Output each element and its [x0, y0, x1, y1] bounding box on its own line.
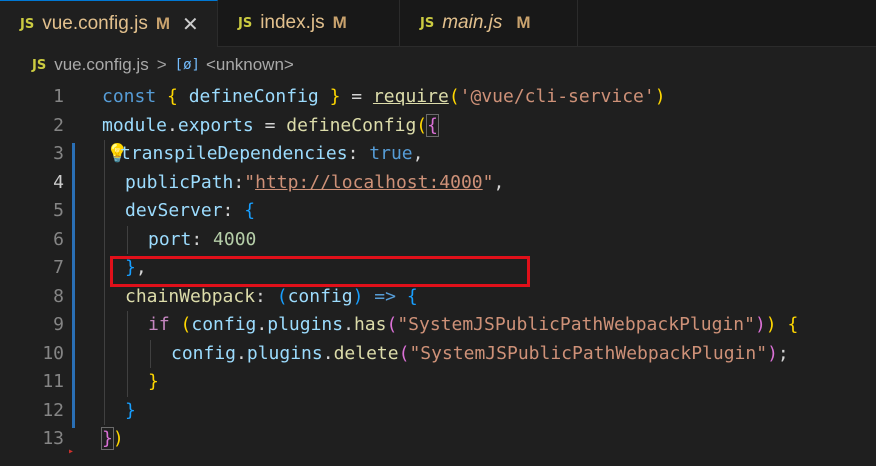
code-text: }	[125, 399, 136, 421]
line-number: 3	[53, 143, 64, 164]
tab-label: vue.config.js	[42, 13, 148, 34]
javascript-file-icon: JS	[420, 15, 435, 31]
code-text: })	[101, 427, 124, 450]
line-number: 11	[42, 371, 64, 392]
line-number: 8	[53, 285, 64, 307]
code-text: module.exports = defineConfig({	[102, 113, 439, 137]
javascript-file-icon: JS	[32, 57, 47, 73]
code-line: 3 💡transpileDependencies: true,	[0, 140, 876, 169]
modified-badge: M	[516, 13, 531, 32]
code-text: const { defineConfig } = require('@vue/c…	[102, 86, 666, 107]
variable-symbol-icon: [ø]	[174, 57, 200, 73]
code-text: config.plugins.delete("SystemJSPublicPat…	[171, 342, 789, 364]
lightbulb-icon[interactable]: 💡	[106, 140, 128, 169]
breadcrumb: JS vue.config.js > [ø] <unknown>	[0, 47, 876, 83]
code-text: devServer: {	[125, 200, 256, 221]
code-text: 💡transpileDependencies: true,	[106, 140, 423, 169]
close-icon[interactable]: ✕	[182, 12, 199, 37]
tab-index-js[interactable]: JS index.js M	[218, 0, 400, 46]
code-text: }	[148, 371, 159, 392]
code-text: if (config.plugins.has("SystemJSPublicPa…	[148, 314, 799, 335]
tab-label: index.js	[260, 12, 325, 33]
editor-tab-bar: JS vue.config.js M ✕ JS index.js M JS ma…	[0, 0, 876, 47]
tab-vue-config-js[interactable]: JS vue.config.js M ✕	[0, 0, 218, 47]
line-number: 10	[42, 342, 64, 364]
tab-label: main.js	[442, 12, 503, 33]
code-text: publicPath:"http://localhost:4000",	[125, 171, 505, 193]
modified-badge: M	[332, 13, 347, 32]
line-number: 13	[42, 428, 64, 449]
breadcrumb-file[interactable]: vue.config.js	[54, 55, 149, 75]
javascript-file-icon: JS	[238, 15, 253, 31]
code-line: 1 const { defineConfig } = require('@vue…	[0, 83, 876, 112]
error-marker-icon: ▸	[68, 446, 75, 457]
code-line: 6 port: 4000	[0, 226, 876, 255]
breadcrumb-symbol[interactable]: <unknown>	[206, 55, 294, 75]
code-line: 13 })	[0, 425, 876, 454]
code-line: 9 if (config.plugins.has("SystemJSPublic…	[0, 311, 876, 340]
line-number: 5	[53, 200, 64, 221]
code-line: 5 devServer: {	[0, 197, 876, 226]
code-line: 2 module.exports = defineConfig({	[0, 112, 876, 141]
code-line: 12 }	[0, 397, 876, 426]
line-number: 4	[53, 171, 64, 193]
line-number: 7	[53, 257, 64, 278]
line-number: 12	[42, 399, 64, 421]
line-number: 9	[53, 314, 64, 335]
line-number: 2	[53, 114, 64, 136]
code-editor[interactable]: 1 const { defineConfig } = require('@vue…	[0, 83, 876, 466]
code-line: 11 }	[0, 368, 876, 397]
highlight-annotation-box	[110, 256, 530, 287]
breadcrumb-separator: >	[156, 55, 167, 74]
tab-main-js[interactable]: JS main.js M	[400, 0, 578, 46]
javascript-file-icon: JS	[20, 16, 35, 32]
line-number: 1	[53, 86, 64, 107]
code-line-current: 4 publicPath:"http://localhost:4000",	[0, 169, 876, 198]
code-text: port: 4000	[148, 228, 257, 250]
modified-badge: M	[155, 14, 170, 33]
line-number: 6	[53, 228, 64, 250]
code-line: 10 config.plugins.delete("SystemJSPublic…	[0, 340, 876, 369]
